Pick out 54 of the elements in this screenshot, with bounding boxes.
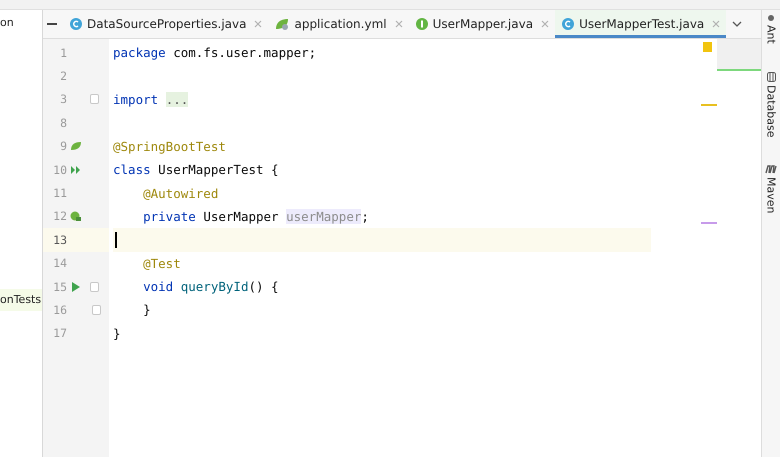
tree-item[interactable]: on	[0, 12, 42, 34]
class-icon	[69, 17, 83, 31]
bean-icon[interactable]	[70, 210, 82, 222]
close-icon[interactable]	[541, 20, 550, 28]
close-icon[interactable]	[394, 20, 403, 28]
close-icon[interactable]	[254, 20, 262, 28]
line-number: 10	[52, 162, 67, 177]
play-icon[interactable]	[71, 282, 81, 292]
line-number: 8	[59, 116, 67, 130]
file-tab[interactable]: UserMapperTest.java	[555, 10, 726, 38]
line-number: 9	[59, 139, 67, 154]
code-line: @Test	[142, 256, 181, 271]
code-line: @Autowired	[142, 186, 218, 201]
double-play-icon[interactable]	[70, 164, 82, 175]
code-line: }	[142, 302, 151, 318]
line-number: 15	[52, 280, 67, 294]
code-line: }	[113, 326, 121, 341]
file-tab[interactable]: DataSourceProperties.java	[63, 10, 268, 38]
warning-icon[interactable]	[703, 42, 712, 52]
code-line: import ...	[113, 92, 188, 107]
tree-item[interactable]: onTests	[0, 289, 42, 311]
info-marker[interactable]	[701, 222, 717, 224]
code-line: private UserMapper userMapper;	[142, 208, 369, 224]
code-line: class UserMapperTest {	[113, 162, 279, 178]
close-icon[interactable]	[712, 20, 720, 28]
interface-icon	[414, 17, 429, 31]
line-number: 12	[52, 209, 67, 224]
warning-marker[interactable]	[701, 104, 717, 106]
text-cursor	[115, 232, 117, 248]
minimize-icon[interactable]	[47, 23, 57, 25]
line-number: 13	[52, 232, 67, 247]
code-editor[interactable]: 1 2 3 8 9 10 11 12 13 14 15 16 17 package com.fs.user.mapper; import ... @SpringBootTest class UserMapperTest { @Autowired private UserMapper userMapper; @Test void queryById() { } }	[43, 39, 761, 457]
code-line: package com.fs.user.mapper;	[113, 45, 316, 60]
fold-expand-icon[interactable]	[90, 94, 98, 104]
file-tab[interactable]: UserMapper.java	[408, 10, 556, 38]
leaf-gear-icon	[274, 17, 290, 31]
line-number: 17	[52, 326, 67, 340]
tool-window-button[interactable]: Database	[764, 72, 778, 138]
code-line: void queryById() {	[142, 279, 279, 294]
line-number: 3	[59, 92, 67, 106]
database-icon	[766, 72, 776, 82]
line-number: 14	[52, 256, 67, 270]
class-icon	[561, 17, 576, 31]
line-number: 11	[52, 186, 67, 200]
line-number: 16	[52, 302, 67, 317]
fold-end-icon[interactable]	[92, 304, 100, 315]
fold-icon[interactable]	[90, 282, 98, 292]
tool-window-button[interactable]: Maven	[764, 165, 778, 214]
spring-leaf-icon[interactable]	[70, 141, 82, 152]
tool-window-button[interactable]: Ant	[764, 14, 778, 44]
line-number: 1	[59, 46, 67, 60]
code-line: @SpringBootTest	[113, 138, 226, 154]
line-number: 2	[59, 69, 67, 84]
file-tab[interactable]: application.yml	[268, 10, 409, 38]
